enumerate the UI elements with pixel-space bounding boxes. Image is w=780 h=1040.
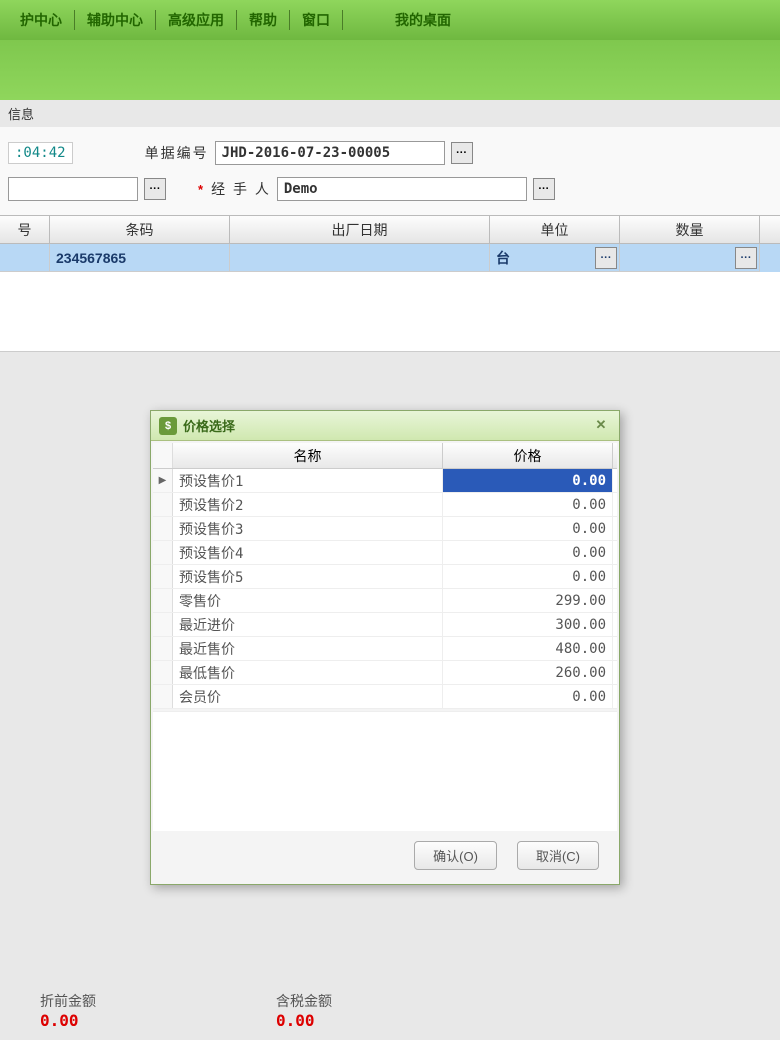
price-name-cell: 最近进价: [173, 613, 443, 636]
dialog-title-text: 价格选择: [183, 416, 591, 435]
price-value-cell: 0.00: [443, 517, 613, 540]
pre-discount-value: 0.00: [40, 1011, 96, 1030]
tax-incl-label: 含税金额: [276, 991, 332, 1011]
price-grid-header: 名称 价格: [153, 443, 617, 469]
dialog-mask: $ 价格选择 ✕ 名称 价格 ▶预设售价10.00预设售价20.00预设售价30…: [0, 0, 780, 1040]
price-row[interactable]: 零售价299.00: [153, 589, 617, 613]
price-name-cell: 零售价: [173, 589, 443, 612]
row-indicator-icon: [153, 661, 173, 684]
indicator-header: [153, 443, 173, 468]
pre-discount-block: 折前金额 0.00: [40, 991, 96, 1030]
price-name-cell: 预设售价5: [173, 565, 443, 588]
price-name-cell: 会员价: [173, 685, 443, 708]
pre-discount-label: 折前金额: [40, 991, 96, 1011]
price-name-cell: 预设售价3: [173, 517, 443, 540]
ok-button[interactable]: 确认(O): [414, 841, 497, 870]
price-row[interactable]: 预设售价40.00: [153, 541, 617, 565]
price-row[interactable]: 预设售价50.00: [153, 565, 617, 589]
price-value-cell: 0.00: [443, 565, 613, 588]
cancel-button[interactable]: 取消(C): [517, 841, 599, 870]
price-row[interactable]: 会员价0.00: [153, 685, 617, 709]
row-indicator-icon: [153, 565, 173, 588]
price-value-cell: 0.00: [443, 469, 613, 492]
money-bag-icon: $: [159, 417, 177, 435]
price-value-cell: 0.00: [443, 541, 613, 564]
price-select-dialog: $ 价格选择 ✕ 名称 价格 ▶预设售价10.00预设售价20.00预设售价30…: [150, 410, 620, 885]
close-icon[interactable]: ✕: [591, 417, 611, 435]
price-name-cell: 最低售价: [173, 661, 443, 684]
price-row[interactable]: 最近售价480.00: [153, 637, 617, 661]
price-name-cell: 预设售价2: [173, 493, 443, 516]
price-row[interactable]: 最近进价300.00: [153, 613, 617, 637]
dialog-footer: 确认(O) 取消(C): [151, 831, 619, 884]
price-value-cell: 300.00: [443, 613, 613, 636]
row-indicator-icon: [153, 517, 173, 540]
row-indicator-icon: ▶: [153, 469, 173, 492]
price-row[interactable]: 预设售价20.00: [153, 493, 617, 517]
price-name-cell: 预设售价1: [173, 469, 443, 492]
row-indicator-icon: [153, 493, 173, 516]
row-indicator-icon: [153, 589, 173, 612]
tax-incl-block: 含税金额 0.00: [276, 991, 332, 1030]
row-indicator-icon: [153, 637, 173, 660]
dialog-titlebar[interactable]: $ 价格选择 ✕: [151, 411, 619, 441]
price-row[interactable]: ▶预设售价10.00: [153, 469, 617, 493]
price-grid: 名称 价格 ▶预设售价10.00预设售价20.00预设售价30.00预设售价40…: [153, 443, 617, 709]
price-value-cell: 299.00: [443, 589, 613, 612]
price-value-cell: 0.00: [443, 493, 613, 516]
price-row[interactable]: 预设售价30.00: [153, 517, 617, 541]
price-name-cell: 最近售价: [173, 637, 443, 660]
dialog-blank-area: [153, 711, 617, 831]
col-name[interactable]: 名称: [173, 443, 443, 468]
price-name-cell: 预设售价4: [173, 541, 443, 564]
price-row[interactable]: 最低售价260.00: [153, 661, 617, 685]
row-indicator-icon: [153, 541, 173, 564]
row-indicator-icon: [153, 613, 173, 636]
totals-bar: 折前金额 0.00 含税金额 0.00: [0, 991, 780, 1030]
tax-incl-value: 0.00: [276, 1011, 332, 1030]
col-price[interactable]: 价格: [443, 443, 613, 468]
row-indicator-icon: [153, 685, 173, 708]
price-value-cell: 480.00: [443, 637, 613, 660]
price-value-cell: 0.00: [443, 685, 613, 708]
price-value-cell: 260.00: [443, 661, 613, 684]
